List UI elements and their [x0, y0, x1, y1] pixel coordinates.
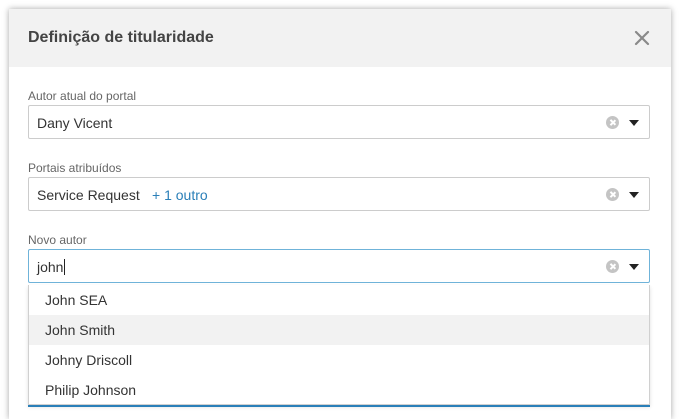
focus-underline — [28, 405, 650, 407]
dialog-title: Definição de titularidade — [28, 29, 214, 46]
assigned-portals-label: Portais atribuídos — [28, 161, 122, 175]
dialog-header: Definição de titularidade — [9, 9, 671, 67]
close-icon — [634, 30, 650, 46]
dropdown-option[interactable]: John Smith — [29, 315, 649, 345]
assigned-portals-value: Service Request — [37, 187, 140, 203]
assigned-portals-select[interactable]: Service Request + 1 outro — [28, 177, 650, 211]
clear-icon[interactable] — [606, 260, 619, 273]
dropdown-option[interactable]: John SEA — [29, 285, 649, 315]
chevron-down-icon[interactable] — [629, 120, 639, 126]
assigned-portals-more-link[interactable]: + 1 outro — [152, 187, 208, 203]
chevron-down-icon[interactable] — [629, 192, 639, 198]
current-author-select[interactable]: Dany Vicent — [28, 105, 650, 139]
new-author-input[interactable]: john — [28, 249, 650, 283]
clear-icon[interactable] — [606, 116, 619, 129]
new-author-label: Novo autor — [28, 233, 87, 247]
current-author-label: Autor atual do portal — [28, 89, 137, 103]
new-author-typed-text: john — [37, 259, 66, 275]
new-author-value: john — [37, 259, 64, 275]
new-author-dropdown: John SEA John Smith Johny Driscoll Phili… — [28, 285, 650, 405]
dropdown-option[interactable]: Philip Johnson — [29, 375, 649, 405]
current-author-value: Dany Vicent — [37, 115, 113, 131]
chevron-down-icon[interactable] — [629, 264, 639, 270]
dropdown-option[interactable]: Johny Driscoll — [29, 345, 649, 375]
clear-icon[interactable] — [606, 188, 619, 201]
close-button[interactable] — [631, 27, 653, 49]
ownership-dialog: Definição de titularidade Autor atual do… — [9, 9, 671, 419]
text-cursor — [64, 259, 66, 275]
